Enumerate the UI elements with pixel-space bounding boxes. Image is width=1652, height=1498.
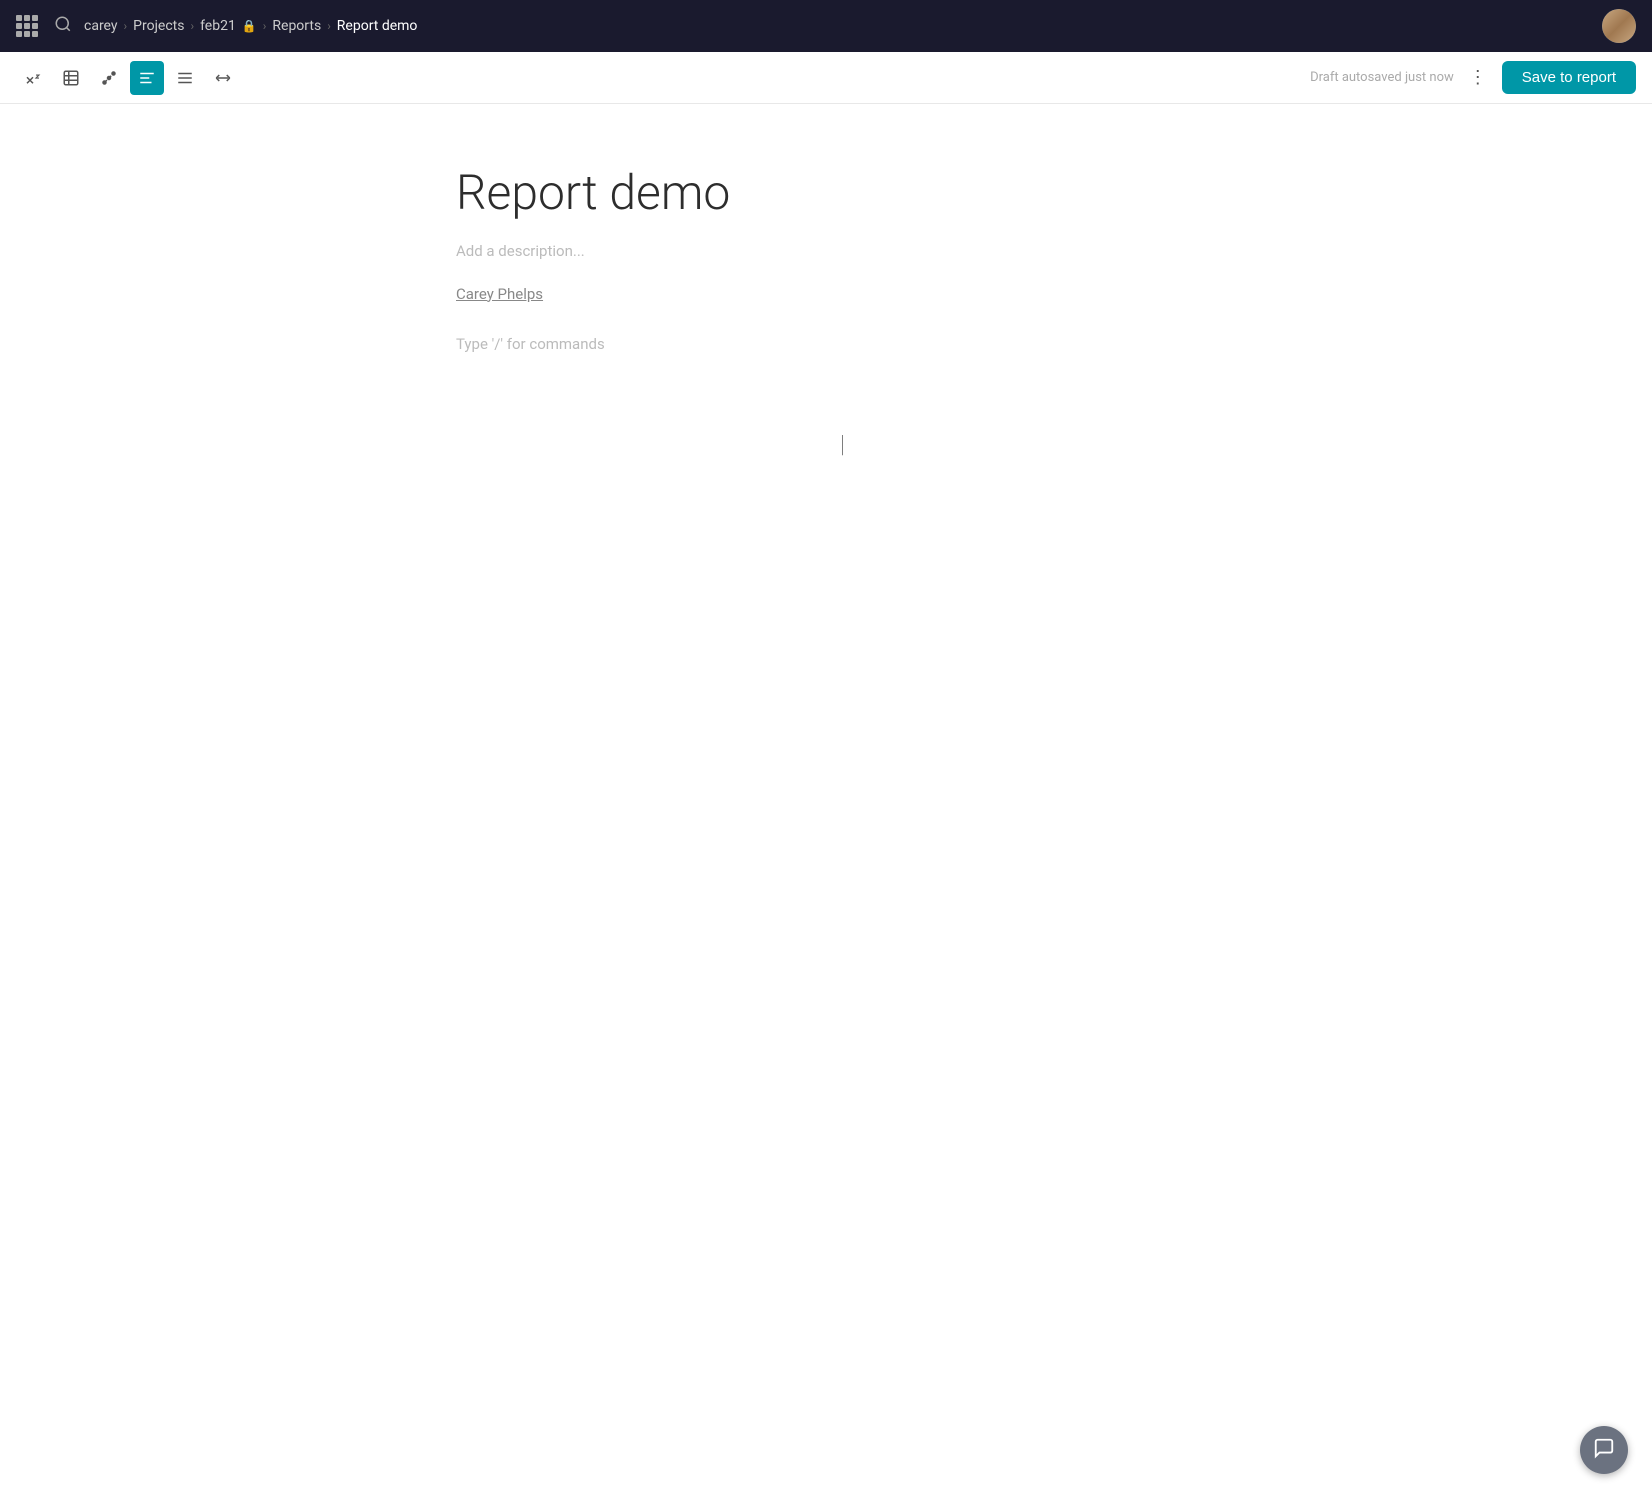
nav-bar: carey › Projects › feb21 🔒 › Reports › R… <box>0 0 1652 52</box>
app-grid-icon[interactable] <box>16 15 38 37</box>
report-description-placeholder[interactable]: Add a description... <box>456 242 1196 260</box>
breadcrumb-sep-2: › <box>190 19 194 33</box>
avatar-image <box>1602 9 1636 43</box>
lock-icon: 🔒 <box>242 19 257 33</box>
draft-status: Draft autosaved just now <box>1310 70 1454 85</box>
report-title[interactable]: Report demo <box>456 164 1196 222</box>
chat-icon <box>1593 1437 1615 1464</box>
breadcrumb-sep-4: › <box>327 19 331 33</box>
breadcrumb-sep-3: › <box>263 19 267 33</box>
search-icon[interactable] <box>54 15 72 38</box>
breadcrumb: carey › Projects › feb21 🔒 › Reports › R… <box>84 18 1594 34</box>
breadcrumb-report-demo[interactable]: Report demo <box>337 18 418 34</box>
toolbar: Draft autosaved just now ⋮ Save to repor… <box>0 52 1652 104</box>
save-to-report-button[interactable]: Save to report <box>1502 61 1636 94</box>
avatar[interactable] <box>1602 9 1636 43</box>
main-content: Report demo Add a description... Carey P… <box>376 104 1276 413</box>
report-commands-hint: Type '/' for commands <box>456 335 1196 353</box>
table-button[interactable] <box>54 61 88 95</box>
breadcrumb-sep-1: › <box>124 19 128 33</box>
breadcrumb-projects[interactable]: Projects <box>133 18 184 34</box>
toolbar-right: Draft autosaved just now ⋮ Save to repor… <box>1310 61 1636 94</box>
chat-widget-button[interactable] <box>1580 1426 1628 1474</box>
scatter-button[interactable] <box>92 61 126 95</box>
text-cursor: | <box>840 430 845 458</box>
more-options-button[interactable]: ⋮ <box>1462 62 1494 94</box>
align-left-button[interactable] <box>130 61 164 95</box>
expand-button[interactable] <box>206 61 240 95</box>
report-author-link[interactable]: Carey Phelps <box>456 285 543 303</box>
align-justify-button[interactable] <box>168 61 202 95</box>
breadcrumb-feb21[interactable]: feb21 <box>200 18 236 34</box>
breadcrumb-reports[interactable]: Reports <box>272 18 321 34</box>
superscript-button[interactable] <box>16 61 50 95</box>
breadcrumb-carey[interactable]: carey <box>84 18 118 34</box>
